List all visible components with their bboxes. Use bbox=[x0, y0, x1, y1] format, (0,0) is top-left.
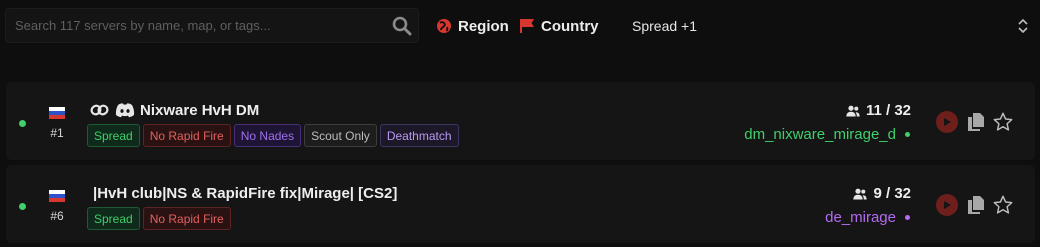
player-count: 9 / 32 bbox=[853, 185, 911, 202]
server-name: |HvH club|NS & RapidFire fix|Mirage| [CS… bbox=[93, 184, 398, 202]
play-icon bbox=[944, 201, 951, 209]
map-info: de_mirage bbox=[825, 209, 910, 226]
map-name: dm_nixware_mirage_d bbox=[744, 126, 896, 143]
online-status-dot bbox=[19, 120, 26, 127]
spread-select-value: Spread +1 bbox=[632, 17, 697, 34]
discord-icon[interactable] bbox=[115, 102, 135, 118]
server-rank: #1 bbox=[50, 126, 64, 140]
search-icon[interactable] bbox=[392, 16, 412, 36]
search-input[interactable] bbox=[6, 9, 386, 42]
star-icon[interactable] bbox=[992, 111, 1014, 133]
spread-select[interactable]: Spread +1 bbox=[620, 8, 1035, 43]
tag-spread[interactable]: Spread bbox=[87, 124, 140, 147]
server-card[interactable]: #1 Nixware HvH DM Spread No Rapid Fire N… bbox=[6, 82, 1035, 160]
top-bar: Region Country Spread +1 bbox=[0, 0, 1040, 52]
tag-no-nades[interactable]: No Nades bbox=[233, 124, 302, 147]
tag-spread[interactable]: Spread bbox=[87, 207, 140, 230]
server-card[interactable]: #6 |HvH club|NS & RapidFire fix|Mirage| … bbox=[6, 165, 1035, 243]
map-status-dot bbox=[905, 215, 910, 220]
copy-icon[interactable] bbox=[967, 195, 985, 215]
flag-icon bbox=[520, 19, 534, 33]
connect-button[interactable] bbox=[936, 194, 958, 216]
region-filter[interactable]: Region bbox=[436, 14, 509, 38]
users-icon bbox=[846, 105, 860, 116]
copy-icon[interactable] bbox=[967, 112, 985, 132]
tag-scout-only[interactable]: Scout Only bbox=[304, 124, 377, 147]
link-icon[interactable] bbox=[90, 102, 110, 118]
tag-list: Spread No Rapid Fire bbox=[87, 207, 231, 230]
tag-deathmatch[interactable]: Deathmatch bbox=[379, 124, 459, 147]
tag-no-rapid-fire[interactable]: No Rapid Fire bbox=[142, 124, 231, 147]
map-status-dot bbox=[905, 132, 910, 137]
play-icon bbox=[944, 118, 951, 126]
tag-no-rapid-fire[interactable]: No Rapid Fire bbox=[142, 207, 231, 230]
russia-flag-icon bbox=[49, 107, 65, 119]
connect-button[interactable] bbox=[936, 111, 958, 133]
online-status-dot bbox=[19, 203, 26, 210]
map-info: dm_nixware_mirage_d bbox=[744, 126, 910, 143]
player-count-value: 11 / 32 bbox=[865, 102, 911, 119]
map-name: de_mirage bbox=[825, 209, 896, 226]
server-rank: #6 bbox=[50, 209, 64, 223]
country-label: Country bbox=[541, 17, 599, 35]
server-name: Nixware HvH DM bbox=[140, 101, 260, 119]
russia-flag-icon bbox=[49, 190, 65, 202]
server-actions bbox=[936, 111, 1014, 133]
server-actions bbox=[936, 194, 1014, 216]
server-title: |HvH club|NS & RapidFire fix|Mirage| [CS… bbox=[93, 183, 397, 203]
globe-icon bbox=[437, 19, 451, 33]
chevron-updown-icon bbox=[1018, 18, 1028, 34]
region-label: Region bbox=[458, 17, 509, 35]
tag-list: Spread No Rapid Fire No Nades Scout Only… bbox=[87, 124, 459, 147]
player-count-value: 9 / 32 bbox=[873, 185, 911, 202]
users-icon bbox=[853, 188, 868, 199]
country-filter[interactable]: Country bbox=[519, 14, 599, 38]
server-title: Nixware HvH DM bbox=[90, 100, 259, 120]
search-box bbox=[5, 8, 419, 43]
star-icon[interactable] bbox=[992, 194, 1014, 216]
player-count: 11 / 32 bbox=[846, 102, 911, 119]
